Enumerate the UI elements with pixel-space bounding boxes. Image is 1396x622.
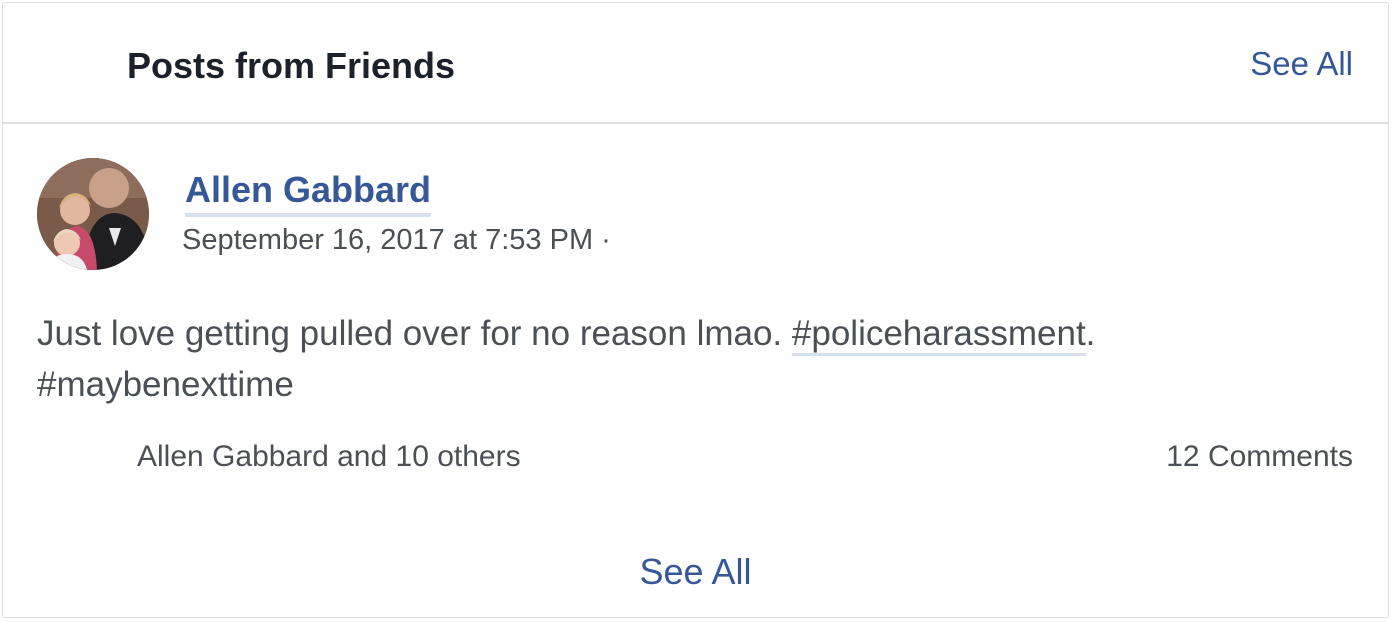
likes-summary[interactable]: Allen Gabbard and 10 others	[137, 440, 521, 474]
post-text-separator: .	[1085, 314, 1096, 353]
card-header: Posts from Friends See All	[3, 3, 1388, 124]
section-title: Posts from Friends	[127, 45, 456, 86]
post-text: Just love getting pulled over for no rea…	[37, 314, 792, 353]
posts-from-friends-card: Posts from Friends See All Allen Gabbard…	[2, 2, 1389, 618]
post-author-link[interactable]: Allen Gabbard	[185, 169, 432, 217]
avatar[interactable]	[37, 158, 149, 270]
hashtag-link-maybenexttime[interactable]: #maybenexttime	[37, 365, 294, 404]
post-timestamp[interactable]: September 16, 2017 at 7:53 PM ·	[182, 224, 611, 257]
comments-count-link[interactable]: 12 Comments	[1166, 440, 1353, 474]
post-body: Just love getting pulled over for no rea…	[37, 308, 1337, 410]
footer-see-all-link[interactable]: See All	[639, 551, 751, 592]
footer-see-all: See All	[3, 551, 1388, 593]
header-see-all-link[interactable]: See All	[1250, 45, 1353, 83]
profile-photo-icon	[37, 158, 149, 270]
hashtag-link-policeharassment[interactable]: #policeharassment	[791, 314, 1086, 356]
